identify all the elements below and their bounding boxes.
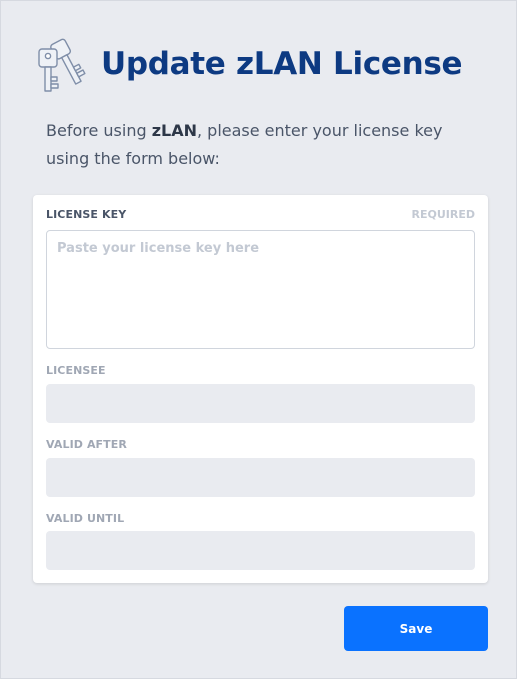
intro-text-before: Before using	[46, 121, 152, 140]
licensee-label: LICENSEE	[46, 364, 106, 377]
intro-text: Before using zLAN, please enter your lic…	[46, 117, 486, 173]
valid-until-field	[46, 531, 475, 570]
valid-after-label: VALID AFTER	[46, 438, 127, 451]
license-key-input[interactable]	[46, 230, 475, 349]
valid-after-field	[46, 458, 475, 497]
license-key-label: LICENSE KEY	[46, 208, 127, 221]
save-button[interactable]: Save	[344, 606, 488, 651]
intro-app-name: zLAN	[151, 121, 197, 140]
license-page: Update zLAN License Before using zLAN, p…	[0, 0, 517, 679]
required-label: REQUIRED	[411, 208, 475, 221]
license-form-card: LICENSE KEY REQUIRED LICENSEE VALID AFTE…	[33, 195, 488, 583]
page-header: Update zLAN License	[35, 35, 463, 93]
page-title: Update zLAN License	[101, 46, 463, 82]
valid-until-label: VALID UNTIL	[46, 512, 125, 525]
licensee-field	[46, 384, 475, 423]
keys-icon	[38, 38, 86, 92]
